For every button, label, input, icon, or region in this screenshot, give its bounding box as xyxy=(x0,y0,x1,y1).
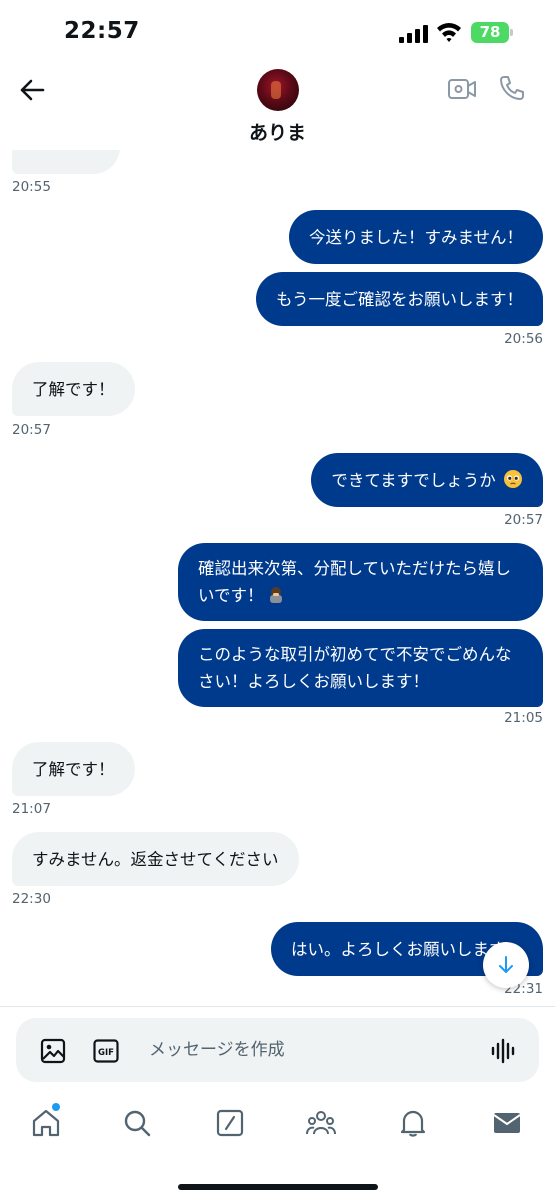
communities-icon[interactable] xyxy=(306,1108,336,1138)
message-text: このような取引が初めてで不安でごめんな xyxy=(198,645,512,664)
scroll-to-bottom-button[interactable] xyxy=(483,942,529,988)
message-composer: GIF xyxy=(16,1018,539,1082)
home-icon[interactable] xyxy=(31,1108,61,1138)
wifi-icon xyxy=(437,23,461,42)
message-text: 了解です！ xyxy=(32,760,115,779)
message-text: 今送りました！すみません！ xyxy=(308,228,523,247)
message-text: はい。よろしくお願いします xyxy=(291,940,506,959)
message-bubble-outgoing[interactable]: 確認出来次第、分配していただけたら嬉し いです！ xyxy=(178,543,543,621)
message-input[interactable] xyxy=(149,1036,469,1064)
bell-icon[interactable] xyxy=(398,1108,428,1138)
message-list[interactable]: 20:55 今送りました！すみません！ もう一度ご確認をお願いします！ 20:5… xyxy=(0,150,555,1005)
compose-icon[interactable] xyxy=(215,1108,245,1138)
home-notification-dot xyxy=(52,1103,60,1111)
message-text: さい！よろしくお願いします！ xyxy=(198,672,429,691)
message-text: 確認出来次第、分配していただけたら嬉し xyxy=(198,559,512,578)
avatar[interactable] xyxy=(257,69,299,111)
message-bubble-incoming[interactable]: 了解です！ xyxy=(12,742,135,796)
tab-bar xyxy=(0,1100,555,1150)
back-arrow-icon[interactable] xyxy=(18,76,46,104)
pleading-face-emoji-icon xyxy=(504,470,522,488)
message-text: 了解です！ xyxy=(32,380,115,399)
message-text: すみません。返金させてください xyxy=(32,850,279,869)
battery-level: 78 xyxy=(471,22,509,43)
message-bubble-outgoing[interactable]: もう一度ご確認をお願いします！ xyxy=(255,272,543,326)
phone-icon[interactable] xyxy=(498,74,526,102)
battery-indicator: 78 xyxy=(471,22,515,43)
video-call-icon[interactable] xyxy=(447,76,477,102)
status-time: 22:57 xyxy=(64,18,140,44)
message-text: もう一度ご確認をお願いします！ xyxy=(275,290,523,309)
contact-name[interactable]: ありま xyxy=(0,118,555,145)
message-timestamp: 21:05 xyxy=(504,710,543,726)
divider xyxy=(0,1006,555,1007)
image-icon[interactable] xyxy=(40,1038,66,1064)
conversation-header: ありま xyxy=(0,62,555,150)
cellular-signal-icon xyxy=(399,25,428,43)
home-indicator xyxy=(178,1184,378,1190)
mail-icon[interactable] xyxy=(492,1108,522,1138)
message-timestamp: 20:55 xyxy=(12,179,51,195)
message-text: できてますでしょうか xyxy=(331,471,496,490)
message-text: いです！ xyxy=(198,586,264,605)
message-timestamp: 22:30 xyxy=(12,891,51,907)
message-timestamp: 20:56 xyxy=(504,331,543,347)
bowing-person-emoji-icon xyxy=(269,587,282,603)
battery-cap xyxy=(510,29,513,36)
message-timestamp: 20:57 xyxy=(504,512,543,528)
message-bubble-outgoing[interactable]: 今送りました！すみません！ xyxy=(288,210,543,264)
message-bubble-incoming[interactable]: 了解です！ xyxy=(12,362,135,416)
search-icon[interactable] xyxy=(122,1108,152,1138)
message-bubble-incoming[interactable]: すみません。返金させてください xyxy=(12,832,299,886)
voice-icon[interactable] xyxy=(490,1038,518,1064)
gif-icon[interactable]: GIF xyxy=(93,1039,119,1063)
message-bubble-incoming[interactable] xyxy=(12,150,120,174)
message-bubble-outgoing[interactable]: このような取引が初めてで不安でごめんな さい！よろしくお願いします！ xyxy=(178,629,543,707)
message-timestamp: 21:07 xyxy=(12,801,51,817)
status-bar: 22:57 78 xyxy=(0,0,555,62)
gif-label: GIF xyxy=(98,1048,114,1058)
message-bubble-outgoing[interactable]: できてますでしょうか xyxy=(311,453,543,507)
arrow-down-icon xyxy=(499,956,513,973)
message-timestamp: 20:57 xyxy=(12,422,51,438)
